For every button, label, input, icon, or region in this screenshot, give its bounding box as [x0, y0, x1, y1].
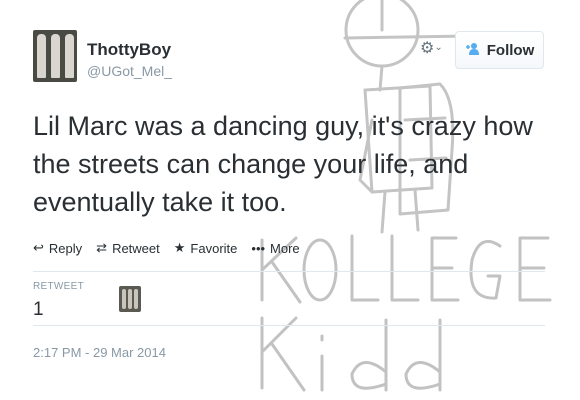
add-person-icon	[465, 42, 481, 58]
display-name[interactable]: ThottyBoy	[87, 40, 171, 60]
tweet-line: Lil Marc was a dancing guy, it's crazy h…	[33, 111, 533, 141]
follow-button[interactable]: Follow	[455, 31, 544, 69]
tweet-text: Lil Marc was a dancing guy, it's crazy h…	[33, 107, 533, 221]
chevron-down-icon: ⌄	[434, 42, 443, 53]
star-icon: ★	[173, 240, 186, 255]
user-avatar[interactable]	[33, 30, 77, 82]
more-icon: •••	[251, 240, 266, 256]
reply-icon: ↩	[33, 240, 44, 255]
retweet-icon: ⇄	[96, 240, 108, 255]
retweet-label: Retweet	[112, 240, 160, 256]
tweet-actions: ↩ Reply ⇄ Retweet ★ Favorite ••• More	[33, 240, 300, 256]
retweeter-avatar[interactable]	[119, 286, 141, 312]
favorite-action[interactable]: ★ Favorite	[174, 240, 238, 256]
divider	[33, 271, 545, 272]
retweet-action[interactable]: ⇄ Retweet	[96, 240, 160, 256]
follow-label: Follow	[486, 41, 535, 59]
reply-label: Reply	[48, 240, 83, 256]
divider	[33, 325, 545, 326]
tweet-timestamp[interactable]: 2:17 PM - 29 Mar 2014	[33, 345, 166, 360]
favorite-label: Favorite	[190, 240, 238, 256]
more-label: More	[270, 240, 300, 256]
reply-action[interactable]: ↩ Reply	[33, 240, 82, 256]
gear-icon: ⚙	[420, 40, 435, 57]
settings-dropdown[interactable]: ⚙⌄	[420, 38, 454, 60]
tweet-line: the streets can change your life, and	[33, 149, 469, 179]
tweet-line: eventually take it too.	[33, 187, 287, 217]
more-action[interactable]: ••• More	[251, 240, 299, 256]
retweet-stat-count[interactable]: 1	[33, 299, 44, 321]
retweet-stat-label: RETWEET	[33, 281, 84, 292]
user-handle[interactable]: @UGot_Mel_	[87, 63, 172, 79]
